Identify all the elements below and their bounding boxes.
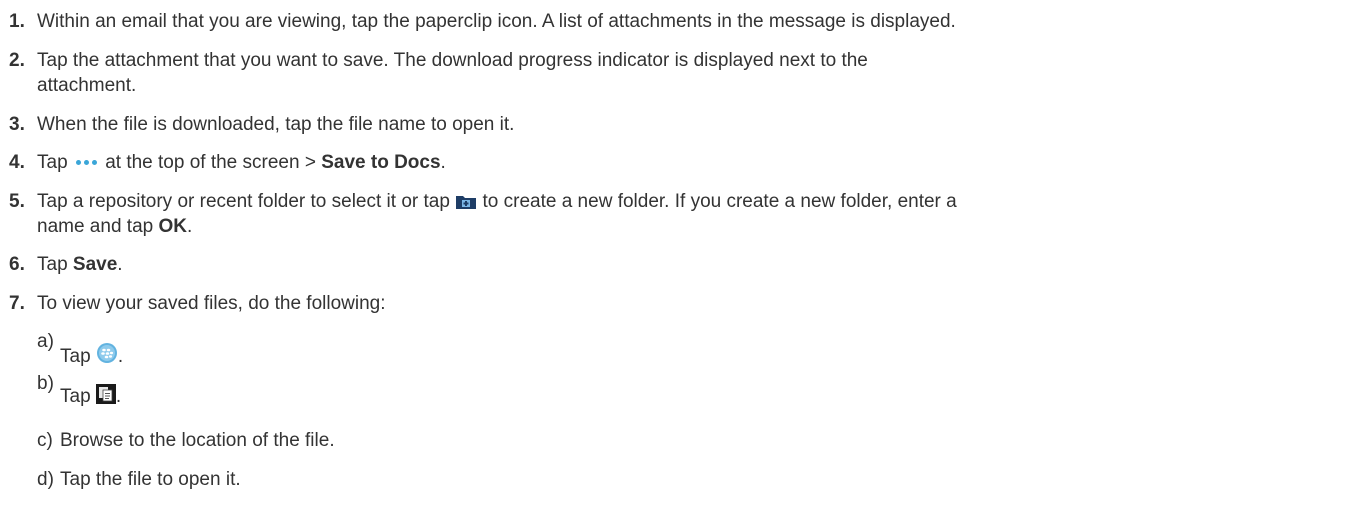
substep-label: c) bbox=[37, 430, 53, 451]
substep-b: b) Tap . bbox=[37, 372, 121, 407]
step-number: 2. bbox=[9, 50, 25, 71]
substep-text-post: . bbox=[117, 346, 124, 367]
step-text: Tap at the top of the screen > Save to D… bbox=[37, 151, 446, 175]
step-text-post: . bbox=[117, 254, 123, 275]
substep-d: d) Tap the file to open it. bbox=[37, 468, 241, 492]
step-number: 3. bbox=[9, 114, 25, 135]
substep-a: a) Tap . bbox=[37, 330, 123, 367]
substep-text: Tap . bbox=[60, 384, 122, 407]
blackberry-icon bbox=[96, 343, 117, 363]
substep-text-pre: Tap bbox=[60, 386, 91, 407]
substep-c: c) Browse to the location of the file. bbox=[37, 429, 335, 453]
substep-label: a) bbox=[37, 331, 54, 352]
step-text-post: . bbox=[440, 152, 446, 173]
step-number: 7. bbox=[9, 293, 25, 314]
step-number: 1. bbox=[9, 11, 25, 32]
step-text-post: . bbox=[186, 216, 193, 237]
step-text: When the file is downloaded, tap the fil… bbox=[37, 114, 515, 135]
step-text-mid: at the top of the screen > bbox=[105, 152, 316, 173]
more-dots-icon bbox=[75, 160, 97, 166]
substep-text: Tap . bbox=[60, 343, 124, 367]
step-text-pre: name and tap bbox=[37, 216, 154, 237]
step-text-continued: name and tap OK. bbox=[37, 215, 192, 239]
step-text: To view your saved files, do the followi… bbox=[37, 293, 386, 314]
instructions-document: 1. Within an email that you are viewing,… bbox=[0, 0, 1351, 516]
save-label: Save bbox=[72, 254, 118, 275]
save-to-docs-label: Save to Docs bbox=[321, 152, 441, 173]
step-text: Tap the attachment that you want to save… bbox=[37, 50, 868, 71]
step-number: 5. bbox=[9, 191, 25, 212]
docs-icon bbox=[95, 384, 116, 404]
step-text-post: to create a new folder. If you create a … bbox=[482, 191, 957, 212]
new-folder-icon bbox=[456, 196, 477, 210]
substep-label: b) bbox=[37, 373, 54, 394]
substep-text: Browse to the location of the file. bbox=[60, 430, 335, 451]
step-text-pre: Tap a repository or recent folder to sel… bbox=[37, 191, 450, 212]
substep-text-pre: Tap bbox=[60, 346, 91, 367]
step-text-pre: Tap bbox=[37, 254, 68, 275]
ok-label: OK bbox=[158, 216, 187, 237]
step-number: 6. bbox=[9, 254, 25, 275]
step-number: 4. bbox=[9, 152, 25, 173]
step-text-pre: Tap bbox=[37, 152, 68, 173]
substep-text-post: . bbox=[115, 386, 122, 407]
substep-label: d) bbox=[37, 469, 54, 490]
step-text-continued: attachment. bbox=[37, 75, 137, 96]
step-text: Tap Save. bbox=[37, 253, 123, 277]
step-text: Within an email that you are viewing, ta… bbox=[37, 11, 956, 32]
step-text: Tap a repository or recent folder to sel… bbox=[37, 190, 957, 214]
substep-text: Tap the file to open it. bbox=[60, 469, 241, 490]
